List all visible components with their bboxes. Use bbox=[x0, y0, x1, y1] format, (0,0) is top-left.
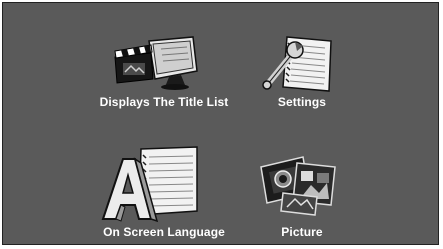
menu-item-title-list[interactable]: Displays The Title List bbox=[89, 35, 239, 135]
menu-item-label: Settings bbox=[277, 95, 327, 109]
menu-item-label: Picture bbox=[281, 225, 323, 239]
picture-icon bbox=[260, 156, 336, 216]
settings-icon bbox=[262, 36, 332, 92]
title-list-icon bbox=[114, 36, 198, 90]
menu-item-picture[interactable]: Picture bbox=[227, 145, 377, 245]
language-icon bbox=[101, 146, 198, 223]
menu-screen: Displays The Title List Settings On Scre… bbox=[2, 2, 439, 245]
menu-item-settings[interactable]: Settings bbox=[227, 35, 377, 135]
menu-item-label: On Screen Language bbox=[103, 225, 225, 239]
menu-item-label: Displays The Title List bbox=[99, 95, 229, 109]
menu-item-language[interactable]: On Screen Language bbox=[89, 145, 239, 245]
